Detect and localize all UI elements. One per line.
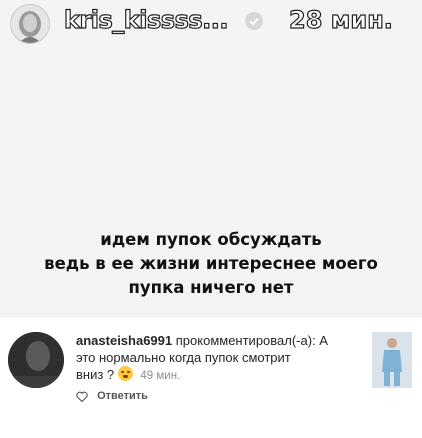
reply-button[interactable]: Ответить bbox=[97, 390, 148, 402]
comment-line: это нормально когда пупок смотрит bbox=[76, 350, 291, 365]
verified-badge-icon bbox=[245, 12, 263, 30]
reply-row: Ответить bbox=[76, 390, 148, 405]
story-caption: идем пупок обсуждать ведь в ее жизни инт… bbox=[20, 228, 402, 300]
commenter-avatar[interactable] bbox=[8, 332, 64, 388]
comment-card: anasteisha6991 прокомментировал(-а): А э… bbox=[0, 318, 422, 438]
story-username[interactable]: kris_kissss... bbox=[63, 5, 229, 34]
face-with-hand-over-mouth-emoji bbox=[117, 366, 133, 381]
post-thumbnail[interactable] bbox=[372, 332, 412, 388]
commenter-username[interactable]: anasteisha6991 bbox=[76, 333, 172, 348]
comment-line: вниз ? bbox=[76, 367, 115, 382]
caption-line: ведь в ее жизни интереснее моего bbox=[44, 254, 378, 273]
caption-line: пупка ничего нет bbox=[128, 278, 294, 297]
story-header: kris_kissss... 28 мин. bbox=[0, 0, 422, 50]
comment-action: прокомментировал(-а): А bbox=[175, 333, 328, 348]
comment-time: 49 мин. bbox=[140, 370, 181, 382]
story-author-avatar[interactable] bbox=[10, 4, 50, 44]
heart-icon[interactable] bbox=[76, 391, 88, 405]
caption-line: идем пупок обсуждать bbox=[100, 230, 322, 249]
story-time: 28 мин. bbox=[288, 5, 393, 34]
comment-text: anasteisha6991 прокомментировал(-а): А э… bbox=[76, 332, 366, 385]
